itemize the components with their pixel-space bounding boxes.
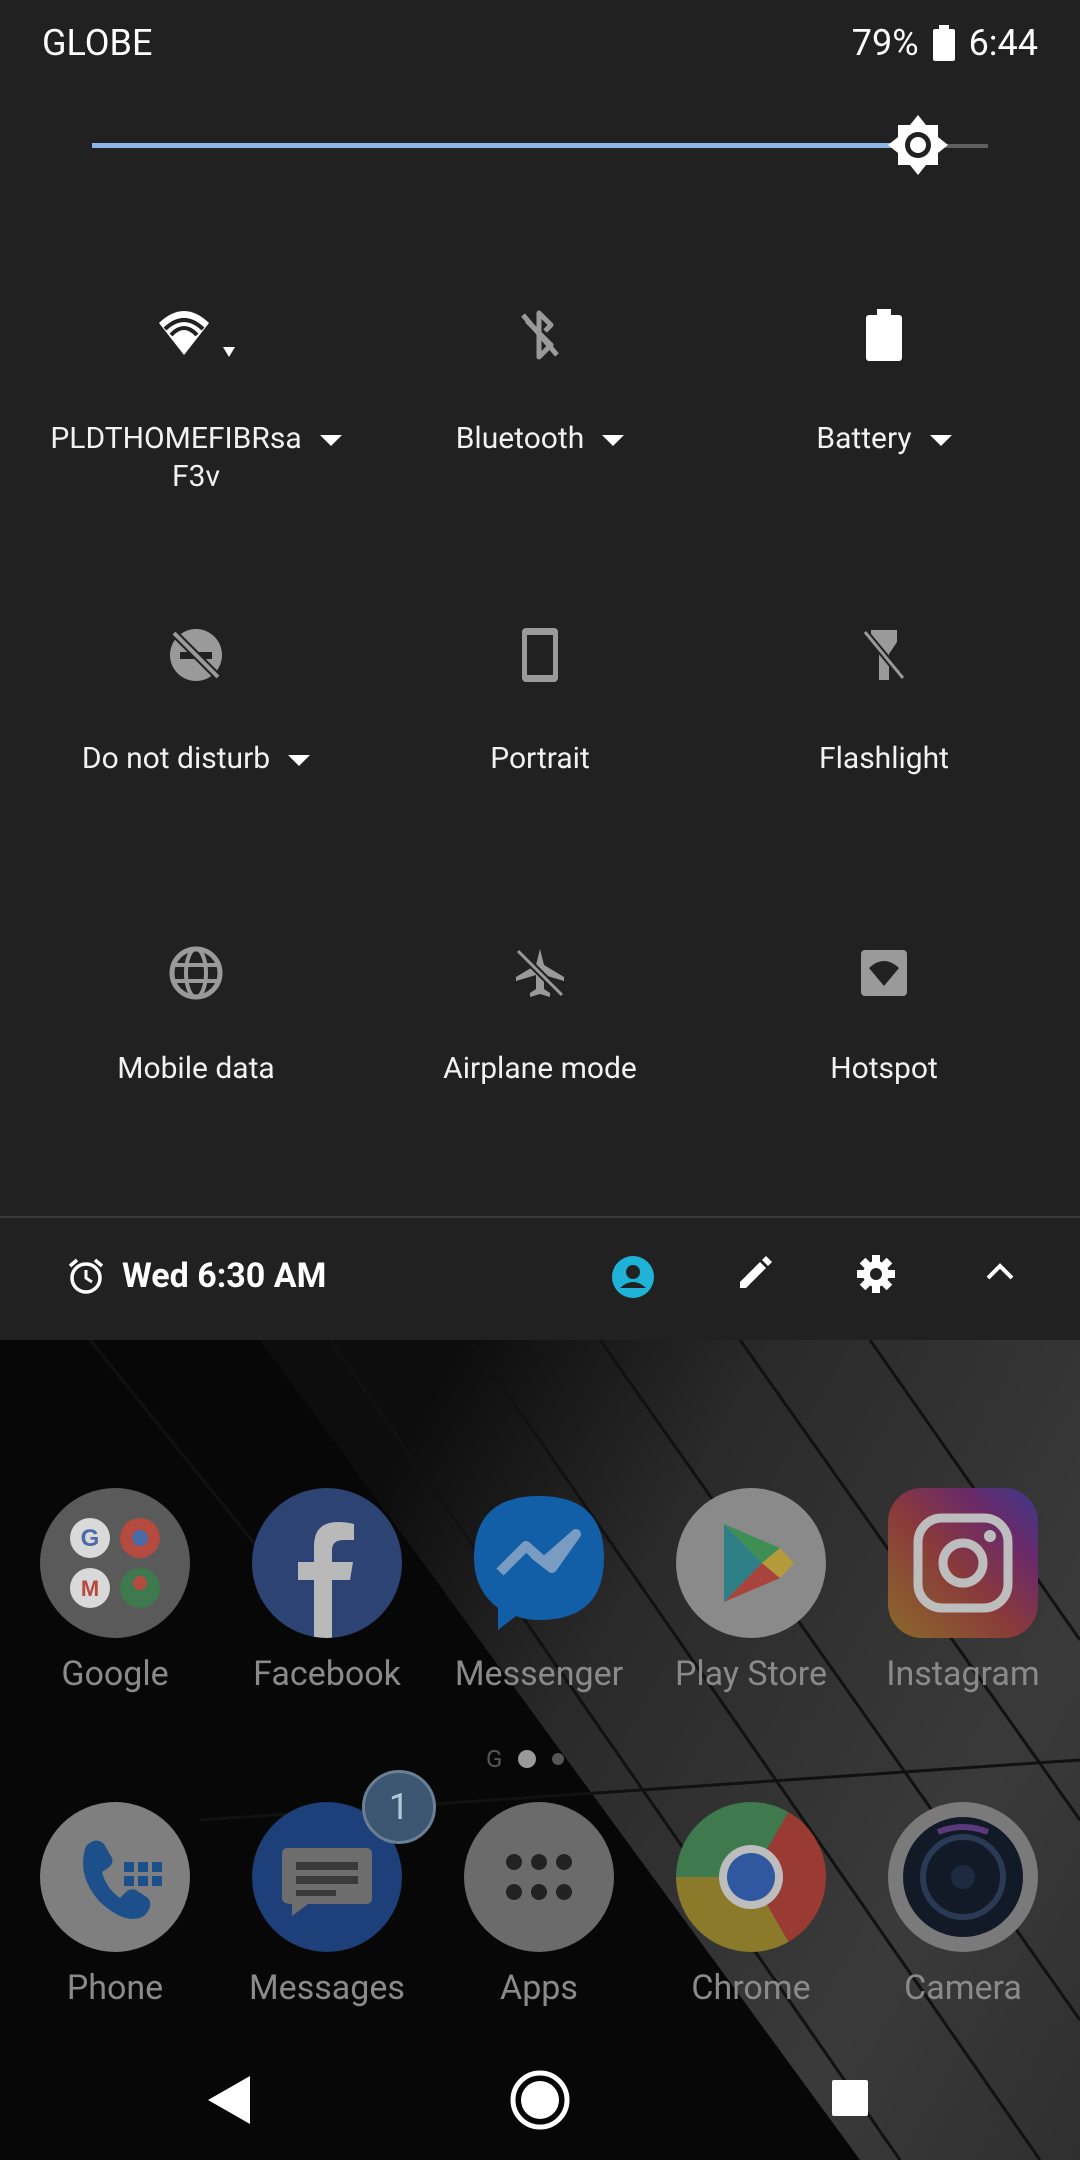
navigation-bar: [0, 2040, 1080, 2160]
recents-icon[interactable]: [830, 2078, 870, 2122]
tile-do-not-disturb[interactable]: Do not disturb: [24, 610, 368, 850]
tile-hotspot-label: Hotspot: [830, 1051, 938, 1086]
flashlight-off-icon: [712, 610, 1056, 700]
tile-mobile-data[interactable]: Mobile data: [24, 928, 368, 1168]
messenger-icon: [464, 1488, 614, 1638]
tile-mobile-data-label: Mobile data: [117, 1051, 275, 1086]
app-chrome[interactable]: Chrome: [656, 1802, 846, 2008]
tile-flashlight[interactable]: Flashlight: [712, 610, 1056, 850]
collapse-chevron-up-icon[interactable]: [982, 1254, 1028, 1300]
google-page-g-icon: G: [486, 1745, 503, 1773]
wifi-icon: [24, 290, 368, 380]
app-messenger[interactable]: Messenger: [444, 1488, 634, 1694]
brightness-thumb-icon[interactable]: [886, 113, 950, 177]
instagram-icon: [888, 1488, 1038, 1638]
tile-rotation[interactable]: Portrait: [368, 610, 712, 850]
svg-text:M: M: [81, 1576, 99, 1601]
hotspot-icon: [712, 928, 1056, 1018]
camera-icon: [888, 1802, 1038, 1952]
alarm-text: Wed 6:30 AM: [122, 1256, 327, 1296]
status-bar: GLOBE 79% 6:44: [0, 0, 1080, 86]
phone-portrait-icon: [368, 610, 712, 700]
tile-airplane-mode[interactable]: Airplane mode: [368, 928, 712, 1168]
tile-dnd-label: Do not disturb: [24, 740, 368, 778]
app-drawer-apps[interactable]: Apps: [444, 1802, 634, 2008]
alarm-clock-icon: [68, 1258, 104, 1294]
quick-settings-panel: GLOBE 79% 6:44 PLDTHOMEFIBRsa F3v Blueto…: [0, 0, 1080, 1340]
carrier-name: GLOBE: [42, 22, 153, 64]
app-camera[interactable]: Camera: [868, 1802, 1058, 2008]
user-account-icon[interactable]: [610, 1254, 656, 1300]
play-store-icon: [676, 1488, 826, 1638]
tile-airplane-label: Airplane mode: [443, 1051, 637, 1086]
app-play-store[interactable]: Play Store: [656, 1488, 846, 1694]
app-instagram[interactable]: Instagram: [868, 1488, 1058, 1694]
airplane-off-icon: [368, 928, 712, 1018]
settings-gear-icon[interactable]: [856, 1254, 902, 1300]
app-facebook[interactable]: Facebook: [232, 1488, 422, 1694]
page-dot-active: [518, 1750, 537, 1768]
dropdown-caret-icon[interactable]: [929, 434, 952, 446]
edit-pencil-icon[interactable]: [734, 1254, 780, 1300]
battery-status-icon: [932, 25, 955, 61]
tile-hotspot[interactable]: Hotspot: [712, 928, 1056, 1168]
brightness-track-filled: [92, 143, 918, 148]
tile-battery-label: Battery: [712, 420, 1056, 458]
dropdown-caret-icon[interactable]: [288, 754, 311, 766]
status-right: 79% 6:44: [852, 22, 1038, 64]
tile-bluetooth[interactable]: Bluetooth: [368, 290, 712, 530]
tile-wifi[interactable]: PLDTHOMEFIBRsa F3v: [24, 290, 368, 530]
page-indicator: G: [486, 1745, 565, 1773]
tile-flashlight-label: Flashlight: [819, 741, 949, 776]
google-folder-icon: G M: [40, 1488, 190, 1638]
next-alarm[interactable]: Wed 6:30 AM: [66, 1256, 326, 1296]
unread-badge: 1: [362, 1770, 436, 1844]
bluetooth-off-icon: [368, 290, 712, 380]
back-icon[interactable]: [206, 2074, 252, 2130]
chrome-icon: [676, 1802, 826, 1952]
tile-wifi-label: PLDTHOMEFIBRsa F3v: [24, 420, 368, 496]
tile-rotation-label: Portrait: [490, 741, 590, 776]
tile-battery[interactable]: Battery: [712, 290, 1056, 530]
battery-percent: 79%: [851, 22, 919, 64]
svg-text:G: G: [81, 1525, 100, 1552]
tile-bluetooth-label: Bluetooth: [368, 420, 712, 458]
clock: 6:44: [968, 22, 1038, 64]
dropdown-caret-icon[interactable]: [602, 434, 625, 446]
phone-icon: [40, 1802, 190, 1952]
home-icon[interactable]: [510, 2070, 570, 2134]
facebook-icon: [252, 1488, 402, 1638]
app-google[interactable]: G M Google: [20, 1488, 210, 1694]
battery-icon: [712, 290, 1056, 380]
app-messages[interactable]: Messages 1: [232, 1770, 436, 2008]
quick-settings-footer: Wed 6:30 AM: [0, 1218, 1080, 1340]
globe-icon: [24, 928, 368, 1018]
page-dot: [552, 1753, 565, 1765]
app-phone[interactable]: Phone: [20, 1802, 210, 2008]
do-not-disturb-off-icon: [24, 610, 368, 700]
brightness-slider[interactable]: [92, 110, 988, 180]
apps-icon: [464, 1802, 614, 1952]
dropdown-caret-icon[interactable]: [319, 434, 342, 446]
